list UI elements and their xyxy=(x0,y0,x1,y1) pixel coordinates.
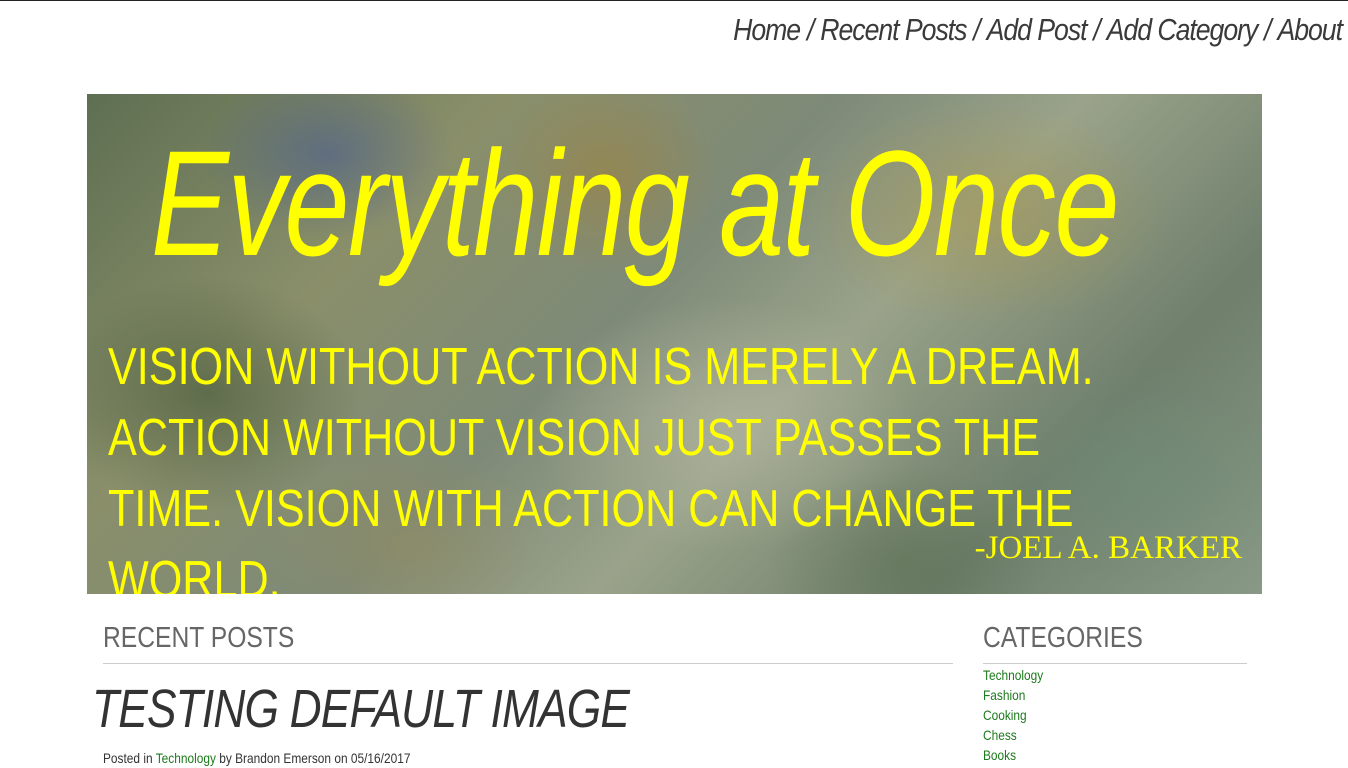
post-meta: Posted in Technology by Brandon Emerson … xyxy=(103,750,410,766)
post-date: 05/16/2017 xyxy=(350,750,411,766)
top-border xyxy=(0,0,1348,1)
recent-posts-heading: Recent Posts xyxy=(103,622,295,654)
site-title: Everything at Once xyxy=(151,119,1120,287)
nav-separator: / xyxy=(973,12,980,47)
category-item: Technology xyxy=(983,665,1043,685)
category-item: Chess xyxy=(983,725,1043,745)
post-title[interactable]: Testing Default Image xyxy=(92,678,630,740)
category-link-books[interactable]: Books xyxy=(983,747,1016,763)
nav-about-link[interactable]: About xyxy=(1277,12,1343,47)
post-meta-by: by xyxy=(219,750,232,766)
nav-recent-posts-link[interactable]: Recent Posts xyxy=(820,12,967,47)
category-item: Fashion xyxy=(983,685,1043,705)
post-meta-on: on xyxy=(334,750,348,766)
category-link-fashion[interactable]: Fashion xyxy=(983,687,1025,703)
hero-banner: Everything at Once Vision without action… xyxy=(87,94,1262,594)
nav-home-link[interactable]: Home xyxy=(733,12,801,47)
categories-divider xyxy=(983,663,1247,664)
nav-add-post-link[interactable]: Add Post xyxy=(987,12,1088,47)
category-link-technology[interactable]: Technology xyxy=(983,667,1043,683)
categories-heading: Categories xyxy=(983,622,1143,654)
nav-add-category-link[interactable]: Add Category xyxy=(1107,12,1259,47)
category-link-cooking[interactable]: Cooking xyxy=(983,707,1027,723)
recent-posts-divider xyxy=(103,663,953,664)
nav-separator: / xyxy=(1264,12,1271,47)
quote-author: -Joel A. Barker xyxy=(974,530,1242,566)
post-category-link[interactable]: Technology xyxy=(156,750,216,766)
main-nav: Home / Recent Posts / Add Post / Add Category /… xyxy=(733,12,1343,48)
category-link-chess[interactable]: Chess xyxy=(983,727,1017,743)
post-meta-posted-in: Posted in xyxy=(103,750,153,766)
category-item: Cooking xyxy=(983,705,1043,725)
nav-separator: / xyxy=(1093,12,1100,47)
nav-separator: / xyxy=(807,12,814,47)
post-author: Brandon Emerson xyxy=(235,750,332,766)
category-item: Books xyxy=(983,745,1043,765)
categories-list: Technology Fashion Cooking Chess Books xyxy=(983,665,1054,765)
